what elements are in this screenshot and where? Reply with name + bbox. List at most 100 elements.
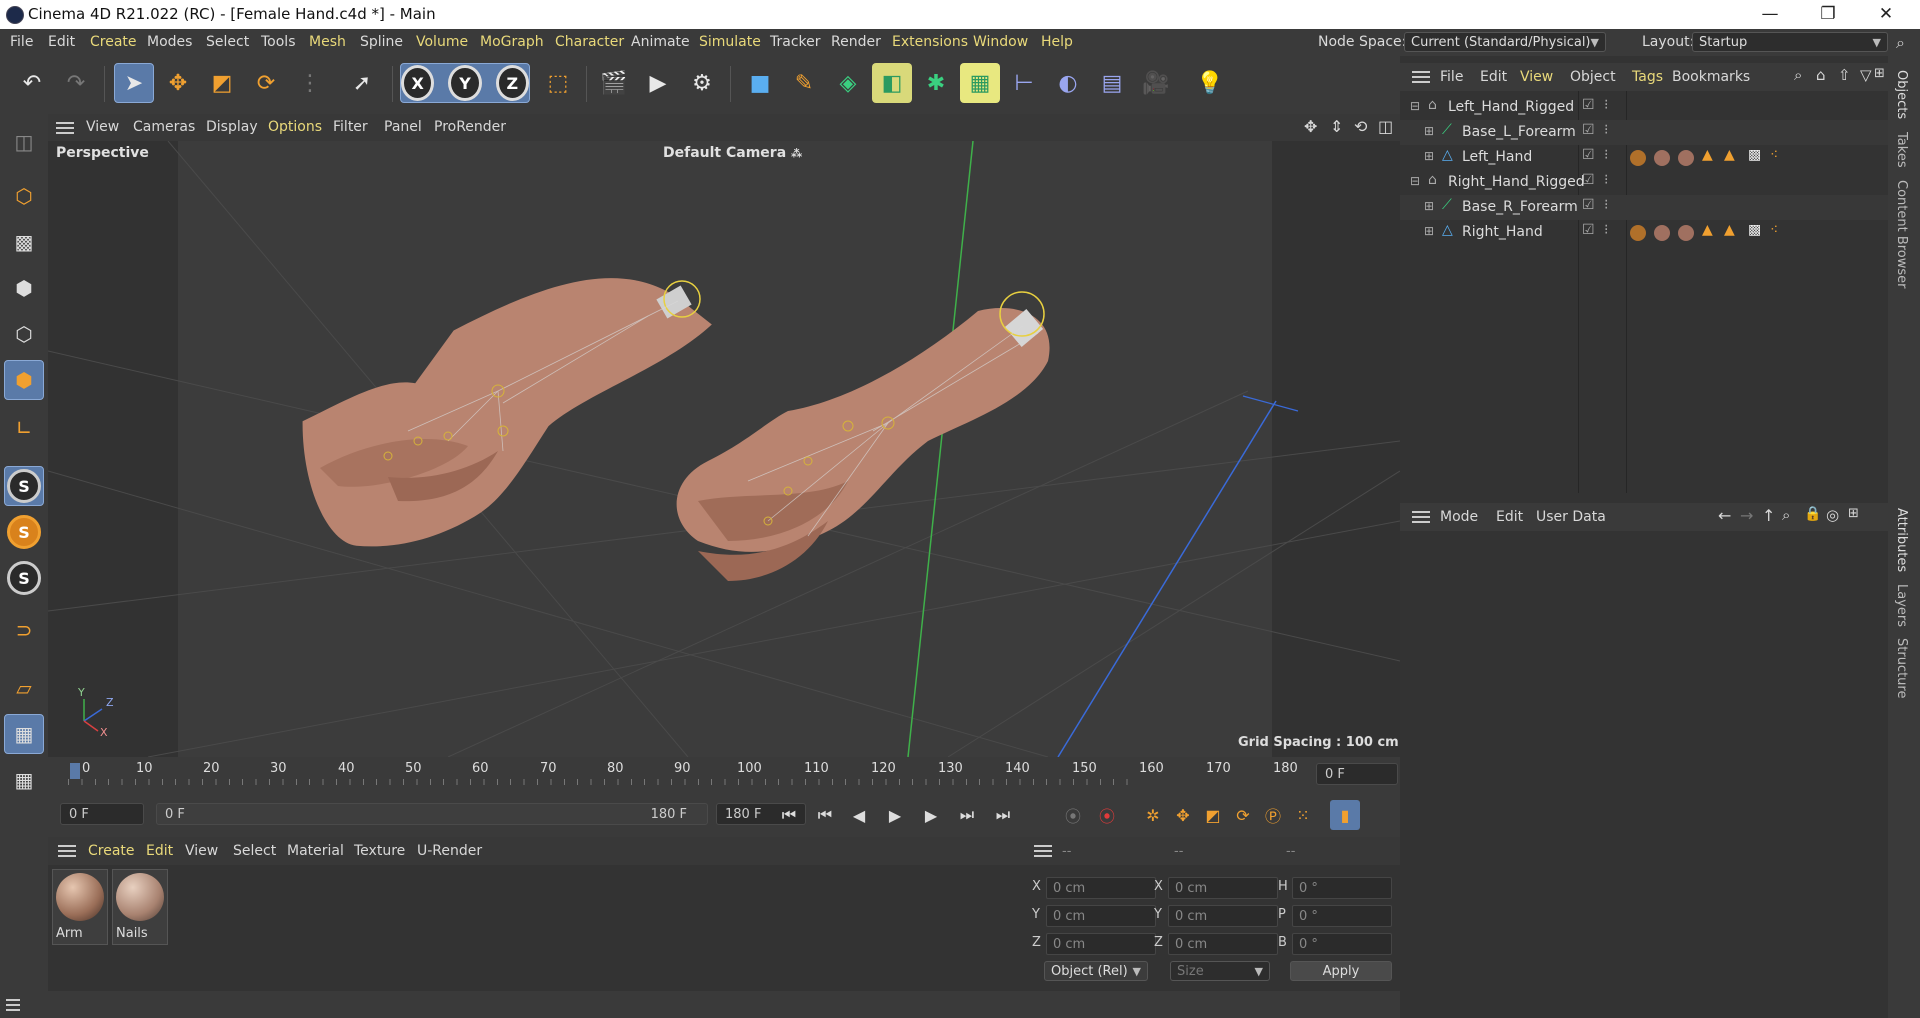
expand-icon[interactable]: ⊞ <box>1424 224 1434 238</box>
key-position-icon[interactable]: ✥ <box>1168 800 1198 830</box>
search-icon[interactable]: ⌕ <box>1782 506 1790 524</box>
weight-tag-icon[interactable]: ▲ <box>1724 147 1735 163</box>
visibility-dots-icon[interactable]: ⁝ <box>1604 222 1608 238</box>
expand-icon[interactable]: ⊞ <box>1424 149 1434 163</box>
snap-workplane-button[interactable]: S <box>4 558 44 598</box>
object-row[interactable]: ⊞ ⟋ Base_L_Forearm ☑ ⁝ <box>1400 120 1888 145</box>
pen-spline-icon[interactable]: ✎ <box>784 63 824 103</box>
record-active-icon[interactable]: ⦿ <box>1058 800 1088 830</box>
menu-extensions[interactable]: Extensions <box>892 34 968 50</box>
position-y-field[interactable]: 0 cm <box>1046 905 1156 927</box>
object-row[interactable]: ⊟ ⌂ Left_Hand_Rigged ☑ ⁝ <box>1400 95 1888 120</box>
obj-menu-object[interactable]: Object <box>1570 69 1616 85</box>
menu-mesh[interactable]: Mesh <box>309 34 346 50</box>
menu-create[interactable]: Create <box>90 34 137 50</box>
axis-z-button[interactable]: Z <box>495 65 529 101</box>
previous-frame-icon[interactable]: ◀ <box>844 800 874 830</box>
viewport-menu-filter[interactable]: Filter <box>333 119 368 135</box>
tab-structure[interactable]: Structure <box>1894 638 1909 698</box>
layer-checkbox-icon[interactable]: ☑ <box>1582 122 1595 138</box>
selection-tag-icon[interactable]: ⁖ <box>1770 147 1778 163</box>
filter-icon[interactable]: ▽ <box>1860 66 1872 84</box>
phong-tag-icon[interactable] <box>1630 225 1646 241</box>
attr-menu-edit[interactable]: Edit <box>1496 509 1523 525</box>
menu-volume[interactable]: Volume <box>416 34 468 50</box>
locked-workplane-icon[interactable]: ▦ <box>4 714 44 754</box>
viewport-hamburger-icon[interactable] <box>56 122 74 134</box>
layer-checkbox-icon[interactable]: ☑ <box>1582 97 1595 113</box>
menu-file[interactable]: File <box>10 34 33 50</box>
coordinate-mode-select[interactable]: Object (Rel) ▼ <box>1044 961 1148 981</box>
extrude-icon[interactable]: ◧ <box>872 63 912 103</box>
back-arrow-icon[interactable]: ← <box>1718 506 1731 525</box>
visibility-dots-icon[interactable]: ⁝ <box>1604 147 1608 163</box>
viewport-move-icon[interactable]: ✥ <box>1304 117 1317 136</box>
light-icon[interactable]: 💡 <box>1190 63 1230 103</box>
weight-tag-icon[interactable]: ▲ <box>1702 147 1713 163</box>
status-hamburger-icon[interactable] <box>6 999 20 1011</box>
start-frame-field[interactable]: 0 F <box>60 803 144 825</box>
uvw-tag-icon[interactable]: ▩ <box>1748 222 1761 238</box>
rotate-tool-icon[interactable]: ⟳ <box>246 63 286 103</box>
workplane-icon[interactable]: ▱ <box>4 668 44 708</box>
axis-x-button[interactable]: X <box>401 65 435 101</box>
timeline-window-icon[interactable]: ▮ <box>1330 800 1360 830</box>
viewport-menu-prorender[interactable]: ProRender <box>434 119 506 135</box>
position-x-field[interactable]: 0 cm <box>1046 877 1156 899</box>
visibility-dots-icon[interactable]: ⁝ <box>1604 122 1608 138</box>
timeline-ruler[interactable]: 0 10 20 30 40 50 60 70 80 90 100 110 120… <box>48 757 1400 789</box>
rotation-b-field[interactable]: 0 ° <box>1292 933 1392 955</box>
previous-key-icon[interactable]: ⏮ <box>810 800 840 830</box>
weight-tag-icon[interactable]: ▲ <box>1702 222 1713 238</box>
layer-checkbox-icon[interactable]: ☑ <box>1582 222 1595 238</box>
key-pla-icon[interactable]: ⁙ <box>1288 800 1318 830</box>
material-hamburger-icon[interactable] <box>58 845 76 857</box>
mat-menu-view[interactable]: View <box>185 843 218 859</box>
subdivision-surface-icon[interactable]: ◈ <box>828 63 868 103</box>
object-hamburger-icon[interactable] <box>1412 71 1430 83</box>
make-editable-icon[interactable]: ◫ <box>4 122 44 162</box>
selection-tag-icon[interactable]: ⁖ <box>1770 222 1778 238</box>
cloner-cubes-icon[interactable]: ▦ <box>960 63 1000 103</box>
viewport-zoom-icon[interactable]: ⇕ <box>1330 117 1343 136</box>
new-window-icon[interactable]: ⊞ <box>1848 506 1859 521</box>
object-row[interactable]: ⊞ △ Left_Hand ☑ ⁝ ▲ ▲ ▩ ⁖ <box>1400 145 1888 170</box>
autokey-icon[interactable]: ⦿ <box>1092 800 1122 830</box>
viewport-maximize-icon[interactable]: ◫ <box>1378 117 1393 136</box>
snap-settings-button[interactable]: S <box>4 512 44 552</box>
snap-toggle-button[interactable]: S <box>4 466 44 506</box>
render-view-icon[interactable]: 🎬 <box>594 63 634 103</box>
rotation-p-field[interactable]: 0 ° <box>1292 905 1392 927</box>
menu-mograph[interactable]: MoGraph <box>480 34 544 50</box>
go-to-end-icon[interactable]: ⏭ <box>988 800 1018 830</box>
obj-menu-view[interactable]: View <box>1520 69 1553 85</box>
coordinates-hamburger-icon[interactable] <box>1034 845 1052 857</box>
bend-deformer-icon[interactable]: ⊢ <box>1004 63 1044 103</box>
maximize-icon[interactable]: ❐ <box>1806 2 1850 26</box>
lock-icon[interactable]: 🔒 <box>1804 506 1821 522</box>
keyframe-selection-icon[interactable]: ✲ <box>1138 800 1168 830</box>
layout-select[interactable]: Startup ▼ <box>1692 32 1888 52</box>
play-icon[interactable]: ▶ <box>880 800 910 830</box>
render-to-picture-viewer-icon[interactable]: ▶ <box>638 63 678 103</box>
move-tool-icon[interactable]: ✥ <box>158 63 198 103</box>
current-frame-field[interactable]: 0 F <box>1316 763 1398 785</box>
redo-icon[interactable]: ↷ <box>56 63 96 103</box>
weight-tag-icon[interactable]: ▲ <box>1724 222 1735 238</box>
mat-menu-create[interactable]: Create <box>88 843 135 859</box>
frame-range-slider[interactable]: 0 F 180 F <box>156 803 708 825</box>
mat-menu-edit[interactable]: Edit <box>146 843 173 859</box>
target-icon[interactable]: ◎ <box>1826 506 1839 524</box>
collapse-icon[interactable]: ⊟ <box>1410 99 1420 113</box>
next-frame-icon[interactable]: ▶ <box>916 800 946 830</box>
position-z-field[interactable]: 0 cm <box>1046 933 1156 955</box>
go-to-start-icon[interactable]: ⏮ <box>774 800 804 830</box>
visibility-dots-icon[interactable]: ⁝ <box>1604 97 1608 113</box>
material-tag-icon[interactable] <box>1678 225 1694 241</box>
expand-icon[interactable]: ⊞ <box>1424 124 1434 138</box>
recent-tools-icon[interactable]: ⋮ <box>290 63 330 103</box>
edges-mode-icon[interactable]: ⬡ <box>4 314 44 354</box>
floor-icon[interactable]: ▤ <box>1092 63 1132 103</box>
close-icon[interactable]: ✕ <box>1864 2 1908 26</box>
obj-menu-tags[interactable]: Tags <box>1632 69 1663 85</box>
